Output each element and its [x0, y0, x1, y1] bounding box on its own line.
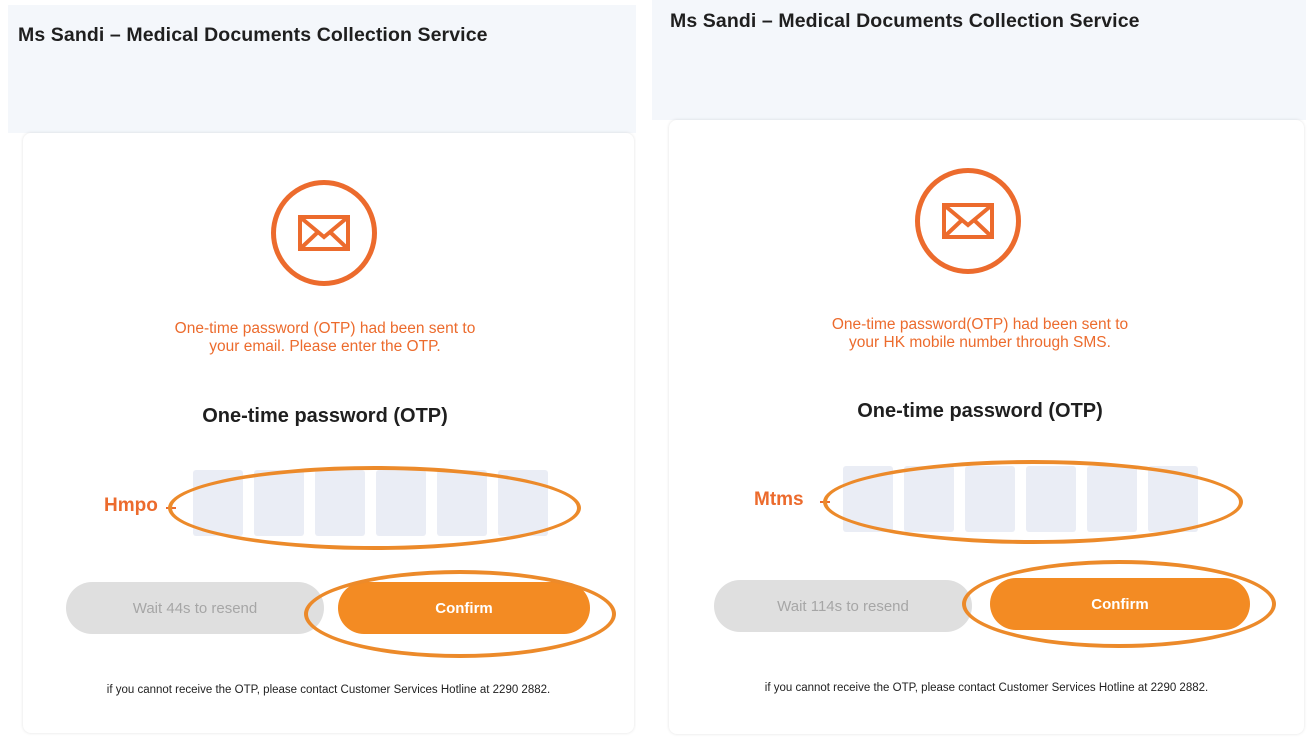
annotation-ellipse-confirm	[304, 570, 616, 658]
annotation-ellipse-otp	[823, 460, 1243, 544]
annotation-ellipse-otp	[168, 466, 581, 550]
otp-panel-sms: Ms Sandi – Medical Documents Collection …	[650, 0, 1308, 738]
otp-sent-message: One-time password (OTP) had been sent to…	[174, 320, 476, 355]
resend-button[interactable]: Wait 44s to resend	[66, 582, 324, 634]
annotation-label-mtms: Mtms	[754, 489, 804, 510]
panel-divider	[636, 0, 650, 738]
app-title: Ms Sandi – Medical Documents Collection …	[670, 10, 1140, 32]
hotline-note: if you cannot receive the OTP, please co…	[764, 682, 1209, 694]
otp-sent-message: One-time password(OTP) had been sent to …	[831, 316, 1129, 351]
app-title: Ms Sandi – Medical Documents Collection …	[18, 24, 488, 46]
otp-label: One-time password (OTP)	[202, 405, 448, 427]
otp-label: One-time password (OTP)	[857, 400, 1103, 422]
envelope-icon	[915, 168, 1021, 274]
annotation-label-hmpo: Hmpo	[104, 495, 158, 516]
hotline-note: if you cannot receive the OTP, please co…	[106, 684, 551, 696]
otp-panel-email: Ms Sandi – Medical Documents Collection …	[0, 0, 636, 738]
envelope-icon	[271, 180, 377, 286]
resend-button[interactable]: Wait 114s to resend	[714, 580, 972, 632]
annotation-ellipse-confirm	[962, 560, 1276, 648]
